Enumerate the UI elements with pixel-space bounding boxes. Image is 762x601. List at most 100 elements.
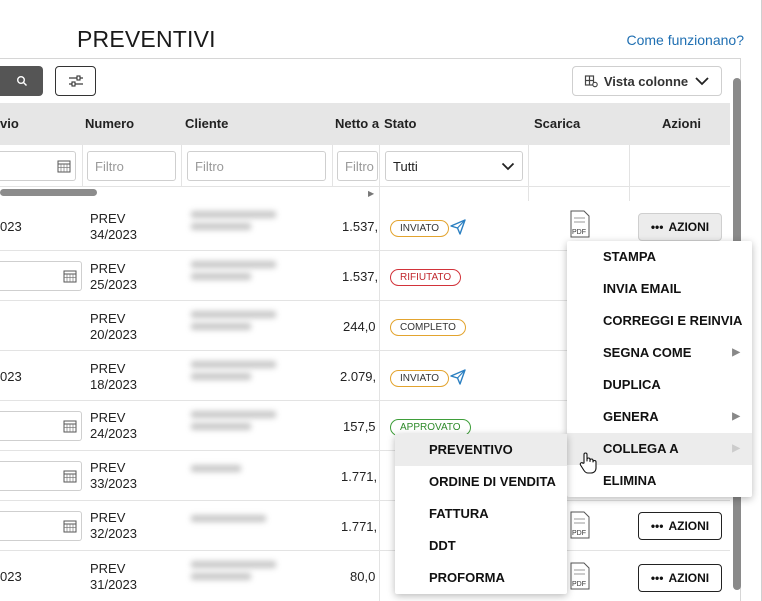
- chevron-down-icon: [695, 77, 709, 86]
- netto-filter-input[interactable]: Filtro: [337, 151, 378, 181]
- row-netto: 1.537,: [342, 219, 379, 234]
- row-numero: PREV 25/2023: [90, 261, 137, 293]
- page-title: PREVENTIVI: [77, 26, 216, 52]
- status-badge: RIFIUTATO: [390, 269, 462, 286]
- filter-row: Filtro Filtro Filtro Tutti: [0, 145, 730, 187]
- row-netto: 157,5: [343, 419, 376, 434]
- actions-button[interactable]: ••• AZIONI: [638, 564, 722, 592]
- chevron-right-icon: ▶: [732, 411, 740, 422]
- menu-item-invia-email[interactable]: INVIA EMAIL: [567, 273, 752, 305]
- header-stato[interactable]: Stato: [384, 103, 417, 145]
- row-cliente-blurred: [191, 361, 281, 391]
- row-date-input[interactable]: [0, 461, 82, 491]
- status-badge: INVIATO: [390, 370, 450, 387]
- row-numero-value: 31/2023: [90, 577, 137, 592]
- date-filter-input[interactable]: [0, 151, 76, 181]
- row-date-input[interactable]: [0, 511, 82, 541]
- column-divider: [629, 145, 630, 201]
- header-netto[interactable]: Netto a: [335, 103, 379, 145]
- advanced-filter-button[interactable]: [55, 66, 96, 96]
- row-netto: 244,0: [343, 319, 376, 334]
- row-date: 023: [0, 219, 22, 234]
- row-numero-prefix: PREV: [90, 510, 126, 525]
- actions-button[interactable]: ••• AZIONI: [638, 213, 722, 241]
- header-date[interactable]: vio: [0, 103, 19, 145]
- search-button[interactable]: [0, 66, 43, 96]
- row-numero-value: 18/2023: [90, 377, 137, 392]
- column-divider: [181, 145, 182, 187]
- scroll-right-icon[interactable]: ▶: [368, 189, 374, 198]
- row-numero: PREV 24/2023: [90, 410, 137, 442]
- row-cliente-blurred: [191, 465, 281, 495]
- row-cliente-blurred: [191, 411, 281, 441]
- help-link[interactable]: Come funzionano?: [626, 32, 744, 48]
- row-netto: 1.771,: [341, 519, 378, 534]
- header-numero[interactable]: Numero: [85, 103, 134, 145]
- pdf-file-icon[interactable]: PDF: [569, 511, 591, 539]
- row-cliente-blurred: [191, 311, 281, 341]
- more-dots-icon: •••: [650, 571, 664, 585]
- pdf-file-icon[interactable]: PDF: [569, 210, 591, 238]
- horizontal-scrollbar[interactable]: [0, 188, 378, 198]
- pdf-file-icon[interactable]: PDF: [569, 562, 591, 590]
- calendar-icon[interactable]: [63, 519, 77, 533]
- svg-text:PDF: PDF: [572, 229, 586, 236]
- status-badge: COMPLETO: [390, 319, 466, 336]
- columns-view-label: Vista colonne: [603, 73, 689, 89]
- columns-icon: [584, 75, 598, 88]
- table-row[interactable]: PREV 32/2023 1.771, PDF ••• AZIONI: [0, 501, 730, 551]
- row-numero: PREV 18/2023: [90, 361, 137, 393]
- numero-filter-input[interactable]: Filtro: [87, 151, 176, 181]
- more-dots-icon: •••: [650, 519, 664, 533]
- svg-text:PDF: PDF: [572, 530, 586, 537]
- actions-button-label: AZIONI: [668, 519, 710, 533]
- collega-submenu: PREVENTIVO ORDINE DI VENDITA FATTURA DDT…: [395, 434, 567, 594]
- actions-button-label: AZIONI: [668, 571, 710, 585]
- row-numero: PREV 33/2023: [90, 460, 137, 492]
- menu-item-correggi-reinvia[interactable]: CORREGGI E REINVIA: [567, 305, 752, 337]
- chevron-right-icon: ▶: [732, 347, 740, 358]
- calendar-icon[interactable]: [57, 159, 71, 173]
- send-icon[interactable]: [449, 368, 467, 386]
- status-badge: INVIATO: [390, 220, 450, 237]
- horizontal-scroll-thumb[interactable]: [0, 189, 97, 196]
- column-divider: [528, 145, 529, 201]
- table-row[interactable]: 023 PREV 31/2023 80,0 PDF ••• AZIONI: [0, 551, 730, 601]
- calendar-icon[interactable]: [63, 269, 77, 283]
- submenu-item-proforma[interactable]: PROFORMA: [395, 562, 567, 594]
- hand-cursor-icon: [579, 452, 597, 474]
- row-numero-prefix: PREV: [90, 261, 126, 276]
- calendar-icon[interactable]: [63, 469, 77, 483]
- submenu-item-preventivo[interactable]: PREVENTIVO: [395, 434, 567, 466]
- submenu-item-fattura[interactable]: FATTURA: [395, 498, 567, 530]
- menu-item-label: SEGNA COME: [603, 345, 692, 360]
- row-netto: 1.537,: [342, 269, 379, 284]
- actions-button[interactable]: ••• AZIONI: [638, 512, 722, 540]
- columns-view-button[interactable]: Vista colonne: [572, 66, 722, 96]
- header-cliente[interactable]: Cliente: [185, 103, 228, 145]
- table-header: vio Numero Cliente Netto a Stato Scarica…: [0, 103, 730, 145]
- menu-item-label: COLLEGA A: [603, 441, 679, 456]
- submenu-item-ddt[interactable]: DDT: [395, 530, 567, 562]
- row-date-input[interactable]: [0, 261, 82, 291]
- stato-filter-select[interactable]: Tutti: [385, 151, 523, 181]
- menu-item-label: GENERA: [603, 409, 659, 424]
- row-date-input[interactable]: [0, 411, 82, 441]
- row-netto: 2.079,: [340, 369, 377, 384]
- menu-item-stampa[interactable]: STAMPA: [567, 241, 752, 273]
- row-numero-prefix: PREV: [90, 211, 126, 226]
- row-netto: 1.771,: [341, 469, 378, 484]
- column-divider: [332, 145, 333, 187]
- header-azioni: Azioni: [662, 116, 701, 131]
- row-numero-value: 34/2023: [90, 227, 137, 242]
- menu-item-genera[interactable]: GENERA ▶: [567, 401, 752, 433]
- svg-text:PDF: PDF: [572, 581, 586, 588]
- menu-item-segna-come[interactable]: SEGNA COME ▶: [567, 337, 752, 369]
- submenu-item-ordine-vendita[interactable]: ORDINE DI VENDITA: [395, 466, 567, 498]
- calendar-icon[interactable]: [63, 419, 77, 433]
- cliente-filter-input[interactable]: Filtro: [187, 151, 326, 181]
- app-window: PREVENTIVI Come funzionano? Vista colonn…: [0, 0, 762, 601]
- row-numero-prefix: PREV: [90, 410, 126, 425]
- send-icon[interactable]: [449, 218, 467, 236]
- menu-item-duplica[interactable]: DUPLICA: [567, 369, 752, 401]
